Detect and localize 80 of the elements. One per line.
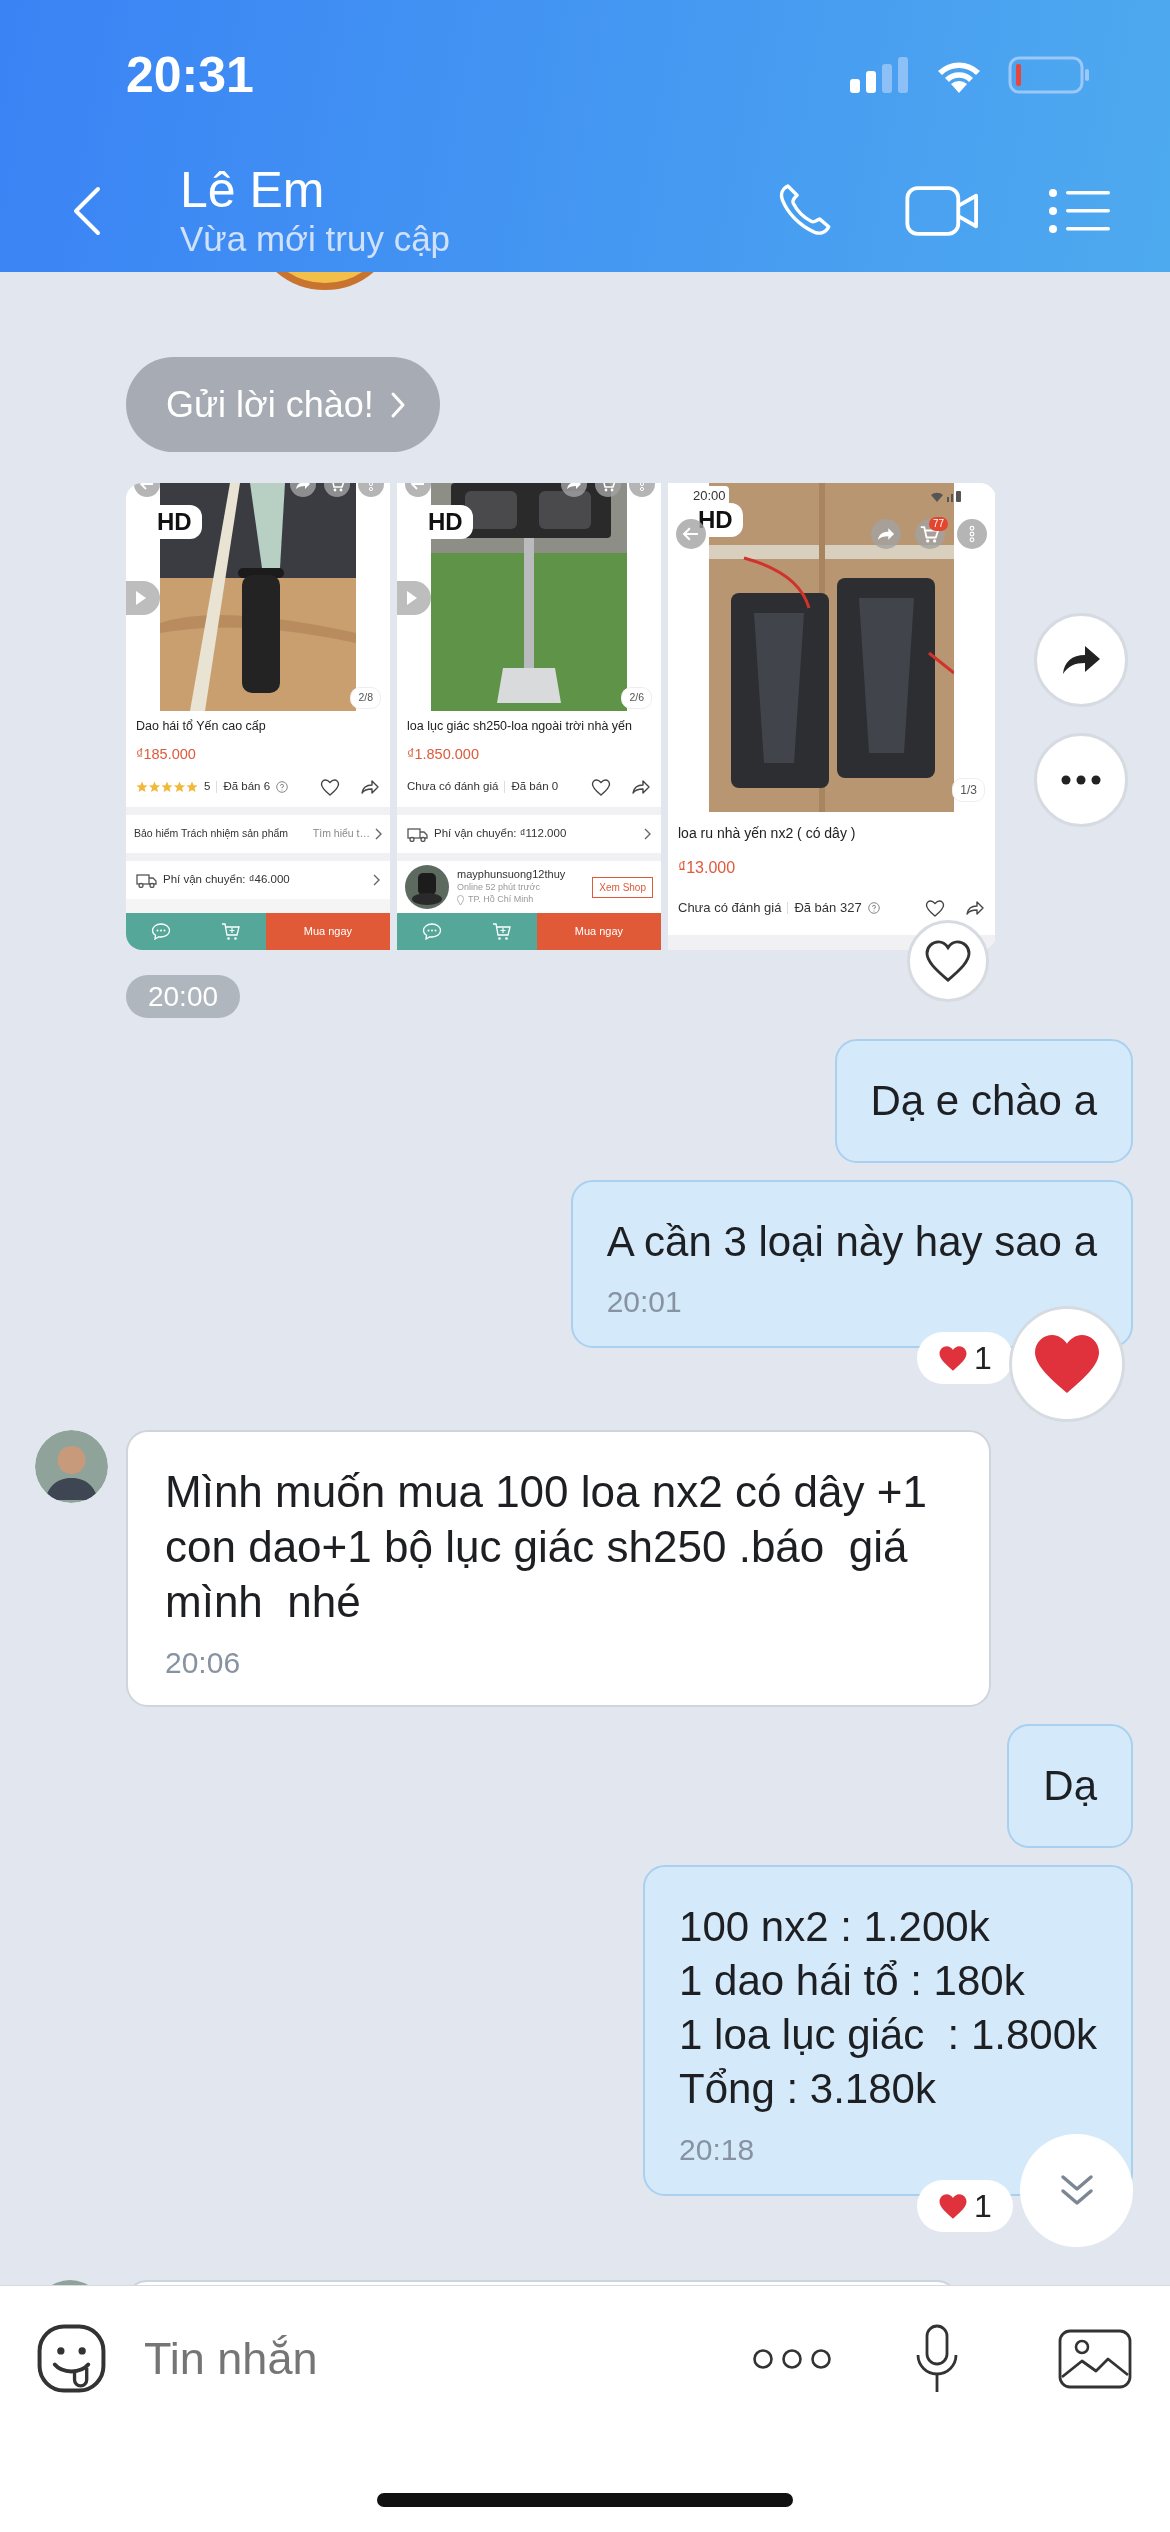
more-icon[interactable] <box>752 2347 832 2370</box>
shop-location: TP. Hồ Chí Minh <box>468 893 534 906</box>
contact-status: Vừa mới truy cập <box>180 217 452 260</box>
heart-icon <box>1032 1332 1102 1396</box>
product-card[interactable]: 20:00 HD 77 1/3 loa ru nhà yến nx2 ( có dây ) ₫13.000 Chưa có đánh giá Đã bán 327 <box>668 483 995 950</box>
message-text: Tổng : 3.180k <box>679 2064 937 2114</box>
heart-icon <box>925 940 971 982</box>
buy-now-button[interactable]: Mua ngay <box>536 913 661 950</box>
truck-icon <box>136 872 157 888</box>
share-icon <box>1061 644 1101 676</box>
product-price: ₫185.000 <box>135 745 197 764</box>
product-title: loa ru nhà yến nx2 ( có dây ) <box>677 824 857 843</box>
message-time: 20:00 <box>126 975 240 1018</box>
product-price: ₫13.000 <box>677 858 737 878</box>
buy-now-button[interactable]: Mua ngay <box>265 913 390 950</box>
online-status: Online 52 phút trước <box>457 882 541 894</box>
product-title: Dao hái tổ Yến cao cấp <box>135 718 267 735</box>
rating-text: Chưa có đánh giá <box>407 779 499 795</box>
truck-icon <box>407 826 428 842</box>
heart-icon[interactable] <box>925 898 945 918</box>
signal-icon <box>929 489 963 503</box>
heart-icon <box>938 2192 969 2220</box>
heart-icon[interactable] <box>320 777 340 797</box>
message-field[interactable]: Tin nhắn <box>142 2323 752 2394</box>
rating-text: Chưa có đánh giá <box>678 899 782 918</box>
reaction-pill[interactable]: 1 <box>917 2180 1013 2232</box>
message-time: 20:18 <box>679 2132 756 2168</box>
signal-icon <box>850 57 910 93</box>
message-text: Dạ e chào a <box>870 1076 1097 1126</box>
share-icon[interactable] <box>631 779 651 795</box>
rating-score: 5 <box>204 779 211 795</box>
product-price: ₫1.850.000 <box>406 745 480 764</box>
view-shop-button[interactable]: Xem Shop <box>592 876 653 898</box>
chevron-right-icon <box>372 874 380 886</box>
heart-icon <box>938 1344 969 1372</box>
emoji-icon[interactable] <box>35 2322 108 2395</box>
message-text: Mình muốn mua 100 loa nx2 có dây +1 con dao+1 bộ lục giác sh250 .báo giá mình nhé <box>165 1466 928 1628</box>
chat-icon[interactable] <box>421 923 442 940</box>
more-icon <box>1061 775 1101 785</box>
image-icon[interactable] <box>1058 2328 1132 2389</box>
share-icon[interactable] <box>965 900 985 916</box>
share-icon[interactable] <box>360 779 380 795</box>
help-icon[interactable] <box>276 781 289 793</box>
chevron-right-icon <box>389 390 406 419</box>
sold-count: Đã bán 327 <box>794 899 862 918</box>
chevron-right-icon <box>643 828 651 840</box>
shipping-fee: Phí vận chuyển: ₫112.000 <box>434 826 568 842</box>
image-counter: 2/6 <box>621 687 652 709</box>
sold-count: Đã bán 0 <box>511 779 559 795</box>
status-time: 20:00 <box>690 486 729 506</box>
shop-name: mayphunsuong12thuy <box>457 868 567 883</box>
message-text: 1 dao hái tổ : 180k <box>679 1956 1026 2006</box>
battery-icon <box>1008 56 1090 94</box>
chat-icon[interactable] <box>150 923 171 940</box>
pin-icon <box>457 894 464 905</box>
message-time: 20:06 <box>165 1645 242 1681</box>
message-text: Dạ <box>1043 1761 1097 1811</box>
product-card[interactable]: HD 2/8 Dao hái tổ Yến cao cấp ₫185.000 5 Đã bán 6 Bảo hiểm Trách nhiệm sản phẩm Tìm hiểu t… Phí vận chuyển: ₫46.000 Mua ngay <box>126 483 390 950</box>
learn-more-link[interactable]: Tìm hiểu t… <box>312 826 370 842</box>
insurance-label: Bảo hiểm Trách nhiệm sản phẩm <box>134 826 290 842</box>
message-text: A cần 3 loại này hay sao a <box>606 1217 1097 1267</box>
image-counter: 1/3 <box>952 778 985 802</box>
cart-add-icon[interactable] <box>491 922 512 941</box>
status-time: 20:31 <box>126 50 254 100</box>
contact-name: Lê Em <box>180 162 326 218</box>
microphone-icon[interactable] <box>914 2322 960 2395</box>
help-icon[interactable] <box>867 902 880 914</box>
chevron-right-icon <box>374 828 382 840</box>
message-text: 100 nx2 : 1.200k <box>679 1902 991 1952</box>
menu-icon[interactable] <box>1048 187 1110 235</box>
heart-icon[interactable] <box>591 777 611 797</box>
cart-add-icon[interactable] <box>220 922 241 941</box>
shipping-fee: Phí vận chuyển: ₫46.000 <box>163 872 291 888</box>
image-counter: 2/8 <box>350 687 381 709</box>
product-card[interactable]: HD 2/6 loa lục giác sh250-loa ngoài trời nhà yến ₫1.850.000 Chưa có đánh giá Đã bán 0 Phí vận chuyển: ₫112.000 mayphunsuong12thuy Online 52 phút trước TP. Hồ Chí Minh Xem Shop Mua ngay <box>397 483 661 950</box>
product-title: loa lục giác sh250-loa ngoài trời nhà yến <box>406 718 633 735</box>
message-text: 1 loa lục giác : 1.800k <box>679 2010 1097 2060</box>
reaction-pill[interactable]: 1 <box>917 1332 1013 1384</box>
message-time: 20:01 <box>606 1284 683 1320</box>
sold-count: Đã bán 6 <box>223 779 271 795</box>
